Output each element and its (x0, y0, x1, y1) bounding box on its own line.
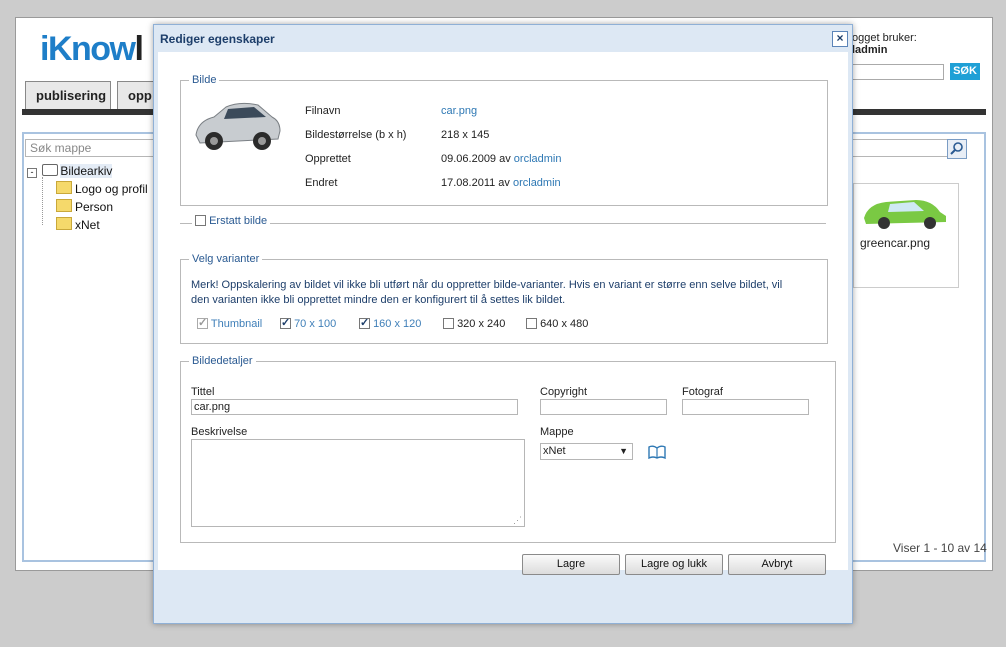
title-label: Tittel (191, 386, 215, 398)
global-search-input[interactable] (852, 64, 944, 80)
filename-value[interactable]: car.png (441, 105, 477, 117)
pager: Viser 1 - 10 av 14 (893, 541, 987, 555)
variant-thumbnail-checkbox (197, 316, 208, 329)
book-icon[interactable] (648, 445, 666, 459)
save-and-close-button[interactable]: Lagre og lukk (625, 554, 723, 575)
variants-note: Merk! Oppskalering av bildet vil ikke bl… (191, 279, 783, 306)
modified-by-link[interactable]: orcladmin (513, 177, 561, 189)
thumbnail-caption: greencar.png (860, 236, 931, 250)
edit-properties-dialog: Rediger egenskaper × Bilde Filnavn car.p… (153, 24, 853, 624)
replace-image-option[interactable]: Erstatt bilde (192, 215, 271, 227)
camera-icon (42, 164, 59, 176)
car-image (195, 102, 281, 150)
tree-root[interactable]: - Bildearkiv (27, 164, 113, 178)
collapse-icon[interactable]: - (27, 168, 37, 178)
variant-320x240[interactable]: 320 x 240 (443, 318, 505, 330)
variant-160x120[interactable]: 160 x 120 (359, 316, 421, 330)
tree-line (42, 177, 44, 225)
copyright-input[interactable] (540, 399, 667, 415)
logo: iKnowl (40, 30, 144, 68)
save-button[interactable]: Lagre (522, 554, 620, 575)
description-label: Beskrivelse (191, 426, 248, 438)
image-legend: Bilde (192, 74, 217, 86)
folder-select[interactable]: xNet ▼ (540, 443, 633, 460)
tree-item-xnet[interactable]: xNet (56, 217, 100, 232)
tab-publisering[interactable]: publisering (25, 81, 111, 109)
dialog-title: Rediger egenskaper (160, 32, 275, 46)
size-value: 218 x 145 (441, 129, 490, 141)
modified-label: Endret (305, 177, 338, 189)
created-value: 09.06.2009 av orcladmin (441, 153, 562, 165)
variant-640x480-checkbox[interactable] (526, 318, 537, 329)
folder-label: Mappe (540, 426, 574, 438)
title-input[interactable]: car.png (191, 399, 518, 415)
dropdown-arrow-icon: ▼ (619, 446, 628, 456)
variant-70x100-checkbox[interactable] (280, 316, 291, 329)
variant-160x120-checkbox[interactable] (359, 316, 370, 329)
folder-icon (56, 217, 72, 230)
replace-image-checkbox[interactable] (195, 215, 206, 226)
green-car-image (864, 200, 946, 229)
replace-divider (180, 223, 826, 224)
folder-icon (56, 199, 72, 212)
cancel-button[interactable]: Avbryt (728, 554, 826, 575)
description-textarea[interactable] (191, 439, 525, 527)
tree-item-logo-og-profil[interactable]: Logo og profil (56, 181, 148, 196)
created-label: Opprettet (305, 153, 351, 165)
filename-label: Filnavn (305, 105, 341, 117)
tree-item-person[interactable]: Person (56, 199, 113, 214)
variant-70x100[interactable]: 70 x 100 (280, 316, 336, 330)
details-legend: Bildedetaljer (192, 355, 253, 367)
photographer-label: Fotograf (682, 386, 723, 398)
copyright-label: Copyright (540, 386, 588, 398)
variant-320x240-checkbox[interactable] (443, 318, 454, 329)
variants-legend: Velg varianter (192, 253, 260, 265)
logged-in-user: ogget bruker: ladmin (852, 32, 917, 56)
folder-icon (56, 181, 72, 194)
size-label: Bildestørrelse (b x h) (305, 129, 407, 141)
resize-handle-icon[interactable]: ⋰ (513, 515, 522, 526)
photographer-input[interactable] (682, 399, 809, 415)
created-by-link[interactable]: orcladmin (514, 153, 562, 165)
search-button[interactable]: SØK (950, 63, 980, 80)
variant-thumbnail: Thumbnail (197, 316, 262, 330)
search-icon[interactable] (947, 139, 967, 159)
variant-640x480[interactable]: 640 x 480 (526, 318, 588, 330)
tree-root-label: Bildearkiv (60, 164, 113, 178)
thumbnail-card[interactable]: greencar.png (853, 183, 959, 288)
close-icon[interactable]: × (832, 31, 848, 47)
modified-value: 17.08.2011 av orcladmin (441, 177, 561, 189)
